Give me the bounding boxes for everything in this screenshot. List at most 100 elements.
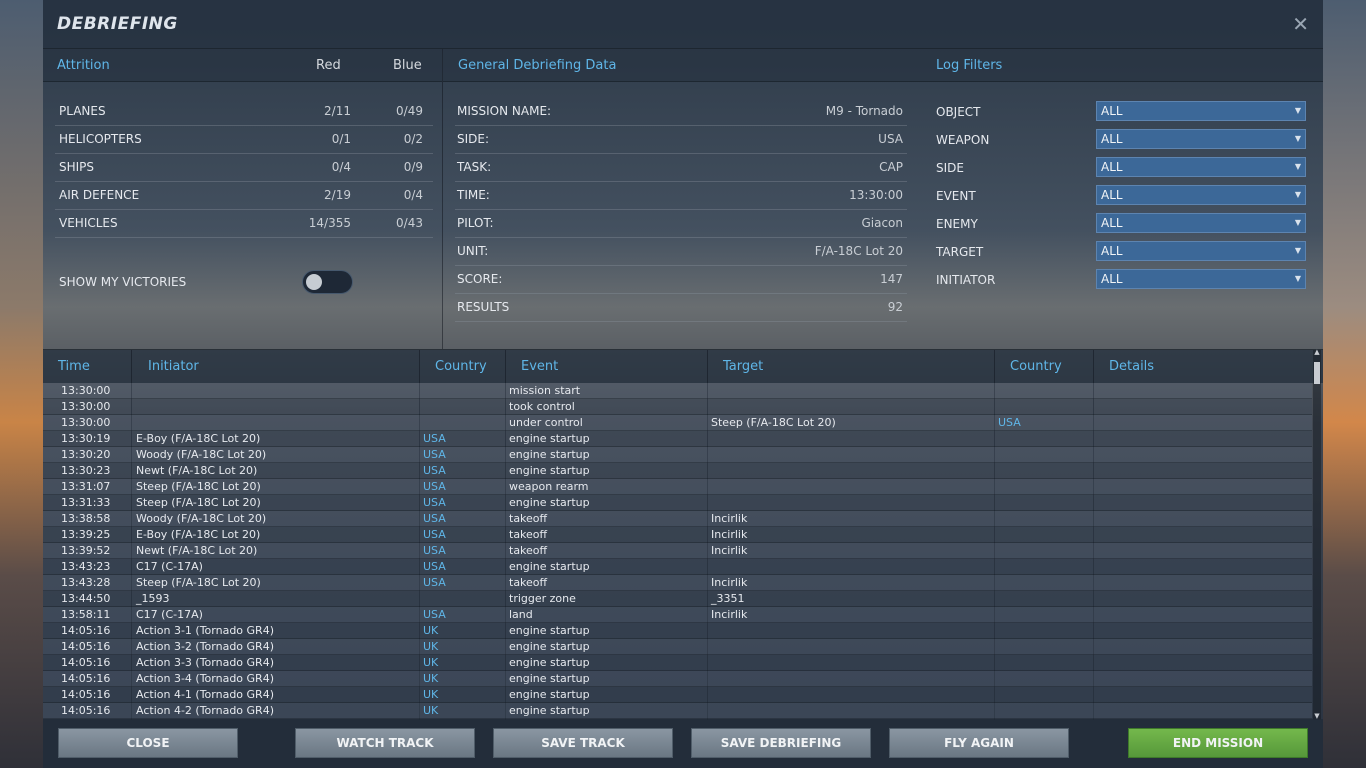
filter-select[interactable]: ALL ▼ bbox=[1096, 213, 1306, 233]
attrition-header: Attrition Red Blue bbox=[43, 49, 442, 82]
log-event: takeoff bbox=[509, 576, 548, 589]
log-row[interactable]: 14:05:16 Action 3-4 (Tornado GR4) UK engine… bbox=[43, 671, 1312, 687]
red-column-header: Red bbox=[316, 58, 341, 73]
log-row[interactable]: 13:30:19 E-Boy (F/A-18C Lot 20) USA engine … bbox=[43, 431, 1312, 447]
log-row[interactable]: 13:30:00 mission start bbox=[43, 383, 1312, 399]
filter-select-value: ALL bbox=[1101, 216, 1123, 230]
log-row[interactable]: 13:39:25 E-Boy (F/A-18C Lot 20) USA takeoff… bbox=[43, 527, 1312, 543]
log-time: 14:05:16 bbox=[61, 656, 111, 669]
log-event: engine startup bbox=[509, 560, 590, 573]
log-row[interactable]: 13:43:28 Steep (F/A-18C Lot 20) USA takeoff… bbox=[43, 575, 1312, 591]
log-row[interactable]: 14:05:16 Action 3-2 (Tornado GR4) UK engine… bbox=[43, 639, 1312, 655]
filter-select[interactable]: ALL ▼ bbox=[1096, 241, 1306, 261]
chevron-down-icon: ▼ bbox=[1294, 218, 1301, 227]
col-initiator[interactable]: Initiator bbox=[148, 359, 199, 374]
log-row[interactable]: 14:05:16 Action 4-1 (Tornado GR4) UK engine… bbox=[43, 687, 1312, 703]
close-icon[interactable]: ✕ bbox=[1292, 12, 1309, 36]
log-time: 13:30:19 bbox=[61, 432, 111, 445]
col-target-country[interactable]: Country bbox=[1010, 359, 1062, 374]
log-event: engine startup bbox=[509, 464, 590, 477]
attrition-panel: Attrition Red Blue PLANES 2/11 0/49 HELICOP… bbox=[43, 49, 443, 349]
log-row[interactable]: 13:38:58 Woody (F/A-18C Lot 20) USA takeoff… bbox=[43, 511, 1312, 527]
general-data-value: F/A-18C Lot 20 bbox=[814, 244, 903, 258]
log-time: 13:58:11 bbox=[61, 608, 111, 621]
log-row[interactable]: 14:05:16 Action 3-1 (Tornado GR4) UK engine… bbox=[43, 623, 1312, 639]
log-event: engine startup bbox=[509, 656, 590, 669]
general-data-row: MISSION NAME: M9 - Tornado bbox=[455, 98, 907, 126]
title-bar: DEBRIEFING ✕ bbox=[43, 0, 1323, 49]
log-row[interactable]: 13:31:07 Steep (F/A-18C Lot 20) USA weapon … bbox=[43, 479, 1312, 495]
log-row[interactable]: 13:30:00 took control bbox=[43, 399, 1312, 415]
col-target[interactable]: Target bbox=[723, 359, 763, 374]
debriefing-window: DEBRIEFING ✕ Attrition Red Blue PLANES 2/… bbox=[43, 0, 1323, 768]
scroll-up-icon[interactable]: ▲ bbox=[1313, 348, 1321, 356]
general-data-key: SCORE: bbox=[457, 272, 503, 286]
col-event[interactable]: Event bbox=[521, 359, 558, 374]
log-row[interactable]: 14:05:16 Action 3-3 (Tornado GR4) UK engine… bbox=[43, 655, 1312, 671]
attrition-row: PLANES 2/11 0/49 bbox=[55, 98, 433, 126]
end-mission-button[interactable]: END MISSION bbox=[1128, 728, 1308, 758]
log-row[interactable]: 13:43:23 C17 (C-17A) USA engine startup bbox=[43, 559, 1312, 575]
summary-section: Attrition Red Blue PLANES 2/11 0/49 HELICOP… bbox=[43, 49, 1323, 349]
log-initiator: Steep (F/A-18C Lot 20) bbox=[136, 576, 261, 589]
log-target: Incirlik bbox=[711, 512, 748, 525]
log-target-country: USA bbox=[998, 416, 1021, 429]
close-button[interactable]: CLOSE bbox=[58, 728, 238, 758]
log-row[interactable]: 13:58:11 C17 (C-17A) USA land Incirlik bbox=[43, 607, 1312, 623]
background-sky-left bbox=[0, 0, 43, 768]
log-country: USA bbox=[423, 512, 446, 525]
col-details[interactable]: Details bbox=[1109, 359, 1154, 374]
log-time: 14:05:16 bbox=[61, 624, 111, 637]
log-country: UK bbox=[423, 672, 439, 685]
log-country: USA bbox=[423, 464, 446, 477]
filter-select[interactable]: ALL ▼ bbox=[1096, 269, 1306, 289]
general-data-key: TIME: bbox=[457, 188, 490, 202]
col-time[interactable]: Time bbox=[58, 359, 90, 374]
log-scrollbar[interactable]: ▲ ▼ bbox=[1313, 348, 1321, 720]
show-victories-toggle[interactable] bbox=[302, 270, 353, 294]
log-initiator: Action 3-4 (Tornado GR4) bbox=[136, 672, 274, 685]
log-row[interactable]: 13:31:33 Steep (F/A-18C Lot 20) USA engine … bbox=[43, 495, 1312, 511]
attrition-label: PLANES bbox=[59, 104, 106, 118]
save-debriefing-button[interactable]: SAVE DEBRIEFING bbox=[691, 728, 871, 758]
log-event: engine startup bbox=[509, 448, 590, 461]
watch-track-button[interactable]: WATCH TRACK bbox=[295, 728, 475, 758]
filter-select[interactable]: ALL ▼ bbox=[1096, 129, 1306, 149]
general-data-title: General Debriefing Data bbox=[458, 58, 617, 73]
log-event: engine startup bbox=[509, 688, 590, 701]
log-row[interactable]: 13:44:50 _1593 trigger zone _3351 bbox=[43, 591, 1312, 607]
window-title: DEBRIEFING bbox=[57, 14, 178, 34]
log-time: 13:39:52 bbox=[61, 544, 111, 557]
attrition-red-value: 2/19 bbox=[324, 188, 351, 202]
log-time: 13:43:23 bbox=[61, 560, 111, 573]
filter-select-value: ALL bbox=[1101, 244, 1123, 258]
log-time: 14:05:16 bbox=[61, 640, 111, 653]
log-filters-title: Log Filters bbox=[936, 58, 1003, 73]
log-target: Incirlik bbox=[711, 544, 748, 557]
attrition-blue-value: 0/4 bbox=[403, 188, 423, 202]
log-initiator: Action 3-3 (Tornado GR4) bbox=[136, 656, 274, 669]
log-row[interactable]: 13:30:20 Woody (F/A-18C Lot 20) USA engine … bbox=[43, 447, 1312, 463]
filter-select[interactable]: ALL ▼ bbox=[1096, 101, 1306, 121]
filter-select[interactable]: ALL ▼ bbox=[1096, 185, 1306, 205]
log-time: 13:44:50 bbox=[61, 592, 111, 605]
general-data-value: M9 - Tornado bbox=[825, 104, 903, 118]
log-row[interactable]: 14:05:16 Action 4-2 (Tornado GR4) UK engine… bbox=[43, 703, 1312, 719]
log-time: 14:05:16 bbox=[61, 672, 111, 685]
log-event: engine startup bbox=[509, 672, 590, 685]
filter-select[interactable]: ALL ▼ bbox=[1096, 157, 1306, 177]
col-country[interactable]: Country bbox=[435, 359, 487, 374]
log-row[interactable]: 13:30:00 under control Steep (F/A-18C Lot … bbox=[43, 415, 1312, 431]
attrition-red-value: 0/1 bbox=[331, 132, 351, 146]
save-track-button[interactable]: SAVE TRACK bbox=[493, 728, 673, 758]
log-row[interactable]: 13:39:52 Newt (F/A-18C Lot 20) USA takeoff I… bbox=[43, 543, 1312, 559]
attrition-blue-value: 0/2 bbox=[403, 132, 423, 146]
log-initiator: Action 3-1 (Tornado GR4) bbox=[136, 624, 274, 637]
log-initiator: C17 (C-17A) bbox=[136, 560, 203, 573]
fly-again-button[interactable]: FLY AGAIN bbox=[889, 728, 1069, 758]
button-bar: CLOSE WATCH TRACK SAVE TRACK SAVE DEBRIE… bbox=[43, 719, 1323, 768]
log-time: 13:30:00 bbox=[61, 416, 111, 429]
log-initiator: Newt (F/A-18C Lot 20) bbox=[136, 464, 258, 477]
scrollbar-thumb[interactable] bbox=[1314, 362, 1320, 384]
log-row[interactable]: 13:30:23 Newt (F/A-18C Lot 20) USA engine s… bbox=[43, 463, 1312, 479]
